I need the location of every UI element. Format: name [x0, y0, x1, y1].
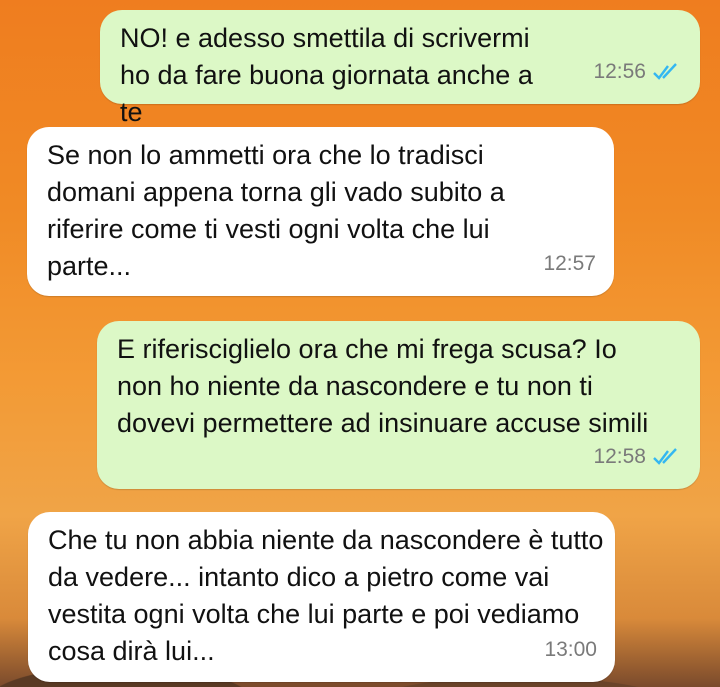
message-text: Che tu non abbia niente da nascondere è … — [48, 525, 604, 666]
message-bubble-incoming[interactable]: Che tu non abbia niente da nascondere è … — [28, 512, 615, 682]
message-bubble-outgoing[interactable]: E riferisciglielo ora che mi frega scusa… — [97, 321, 700, 489]
message-meta: 12:57 — [543, 245, 596, 282]
double-check-icon — [653, 447, 677, 465]
message-text: E riferisciglielo ora che mi frega scusa… — [117, 334, 649, 438]
message-time: 13:00 — [544, 638, 597, 661]
message-time: 12:57 — [543, 252, 596, 275]
double-check-icon — [653, 62, 677, 80]
message-time: 12:56 — [593, 60, 646, 83]
message-text: NO! e adesso smettila di scrivermi ho da… — [120, 23, 533, 127]
message-time: 12:58 — [593, 445, 646, 468]
message-meta: 13:00 — [544, 631, 597, 668]
message-meta: 12:58 — [593, 438, 682, 475]
message-bubble-outgoing[interactable]: NO! e adesso smettila di scrivermi ho da… — [100, 10, 700, 127]
message-bubble-incoming[interactable]: Se non lo ammetti ora che lo tradisci do… — [27, 127, 614, 296]
message-text: Se non lo ammetti ora che lo tradisci do… — [47, 140, 505, 281]
message-meta: 12:56 — [593, 53, 682, 90]
